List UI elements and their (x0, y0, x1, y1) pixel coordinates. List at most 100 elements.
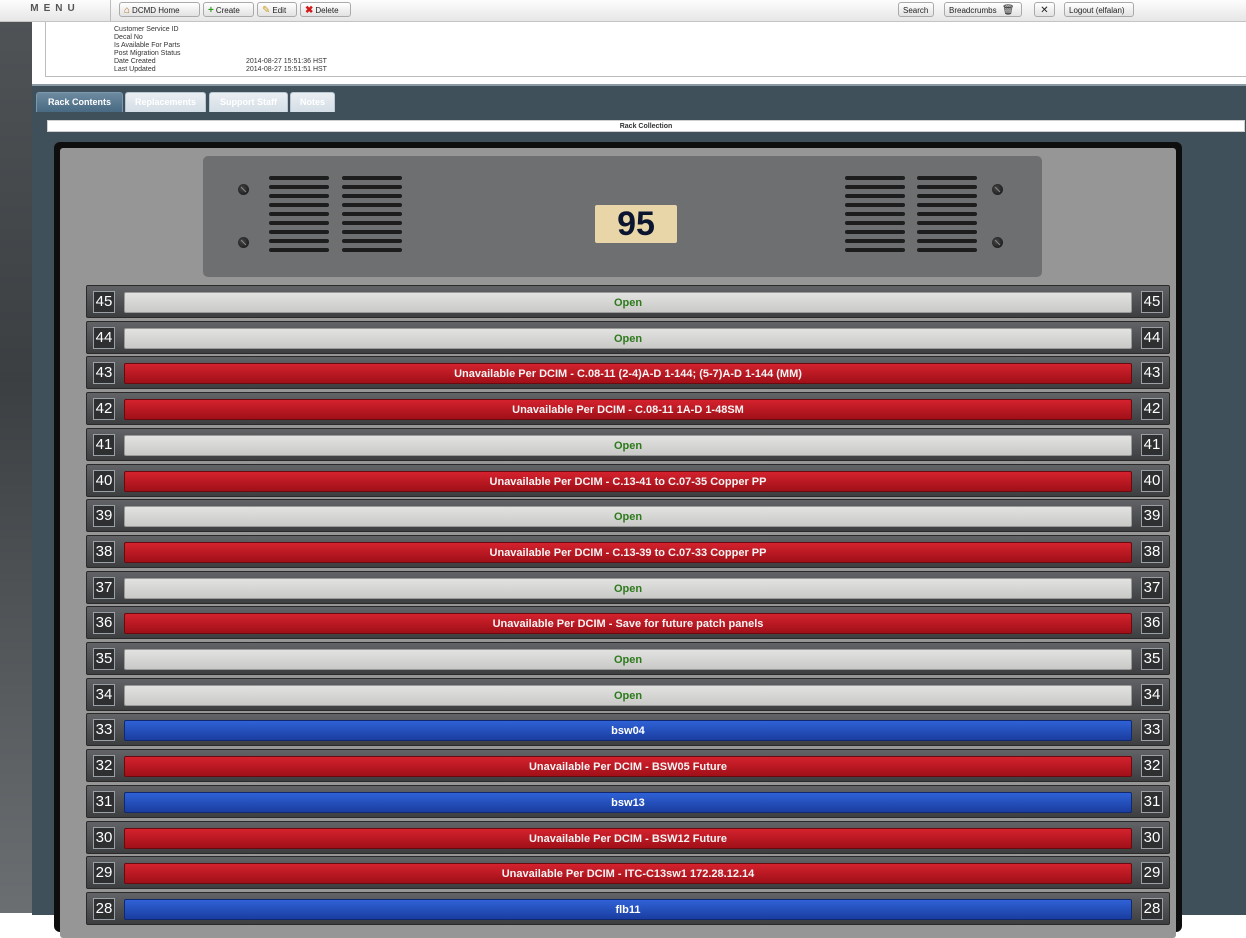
unit-number-left: 36 (93, 612, 115, 635)
rack-slot-bar[interactable]: Unavailable Per DCIM - Save for future p… (124, 613, 1132, 635)
rack-slot-bar[interactable]: flb11 (124, 898, 1132, 920)
search-label: Search (903, 6, 929, 15)
rack-slot-bar[interactable]: bsw04 (124, 720, 1132, 742)
rack-slot-bar[interactable]: Open (124, 506, 1132, 528)
rack-slot: 40 Unavailable Per DCIM - C.13-41 to C.07… (86, 463, 1170, 497)
unit-number-right: 30 (1141, 826, 1163, 849)
unit-number-right: 42 (1141, 398, 1163, 421)
dcmd-home-button[interactable]: ⌂ DCMD Home (119, 2, 200, 17)
logout-button[interactable]: Logout (elfalan) (1064, 2, 1134, 17)
home-icon: ⌂ (124, 4, 131, 16)
unit-number-right: 36 (1141, 612, 1163, 635)
left-background-strip (0, 22, 32, 913)
detail-row: Decal No (114, 34, 143, 42)
search-button[interactable]: Search (898, 2, 934, 17)
detail-label: Is Available For Parts (114, 42, 181, 49)
rack-slot-bar[interactable]: Open (124, 684, 1132, 706)
rack-slot-bar[interactable]: Unavailable Per DCIM - C.08-11 1A-D 1-48… (124, 399, 1132, 421)
trash-icon[interactable]: 🗑 (1002, 5, 1015, 16)
breadcrumbs-label: Breadcrumbs (949, 6, 997, 15)
menu-button[interactable]: MENU (0, 0, 111, 21)
rack-slot-bar[interactable]: Open (124, 292, 1132, 313)
unit-number-left: 44 (93, 326, 115, 349)
unit-number-right: 29 (1141, 862, 1163, 885)
unit-number-right: 33 (1141, 719, 1163, 742)
rack-slot-bar[interactable]: Unavailable Per DCIM - ITC-C13sw1 172.28… (124, 863, 1132, 885)
rack-slot: 43 Unavailable Per DCIM - C.08-11 (2-4)A-… (86, 356, 1170, 390)
rack-slot: 37 Open 37 (86, 570, 1170, 604)
unit-number-left: 30 (93, 826, 115, 849)
detail-label: Customer Service ID (114, 26, 179, 33)
unit-number-right: 44 (1141, 326, 1163, 349)
rack-collection-header: Rack Collection (47, 120, 1245, 132)
screw-icon (992, 237, 1003, 248)
unit-number-left: 31 (93, 790, 115, 813)
rack-slot: 38 Unavailable Per DCIM - C.13-39 to C.07… (86, 534, 1170, 568)
rack-slot: 32 Unavailable Per DCIM - BSW05 Future 32 (86, 749, 1170, 783)
unit-number-right: 31 (1141, 790, 1163, 813)
rack-slot-bar[interactable]: Unavailable Per DCIM - BSW12 Future (124, 827, 1132, 849)
screw-icon (992, 184, 1003, 195)
unit-number-left: 41 (93, 433, 115, 456)
unit-number-right: 40 (1141, 469, 1163, 492)
detail-row: Last Updated 2014-08-27 15:51:51 HST (114, 66, 327, 74)
tab-support-staff[interactable]: Support Staff (209, 92, 288, 112)
unit-number-right: 35 (1141, 648, 1163, 670)
tab-notes[interactable]: Notes (290, 92, 335, 112)
unit-number-right: 39 (1141, 505, 1163, 528)
vent-grille-icon (342, 176, 402, 257)
rack-slot: 29 Unavailable Per DCIM - ITC-C13sw1 172.… (86, 856, 1170, 890)
detail-label: Date Created (114, 58, 156, 65)
rack-slot: 36 Unavailable Per DCIM - Save for future… (86, 606, 1170, 640)
edit-label: Edit (272, 6, 287, 15)
red-x-icon: ✖ (305, 4, 314, 16)
create-button[interactable]: + Create (203, 2, 254, 17)
screw-icon (238, 237, 249, 248)
unit-number-right: 45 (1141, 291, 1163, 313)
rack-slot-bar[interactable]: Unavailable Per DCIM - C.08-11 (2-4)A-D … (124, 363, 1132, 385)
dcmd-home-label: DCMD Home (132, 6, 180, 15)
rack-slot-bar[interactable]: bsw13 (124, 791, 1132, 813)
rack-slot-bar[interactable]: Unavailable Per DCIM - C.13-39 to C.07-3… (124, 541, 1132, 563)
unit-number-left: 45 (93, 291, 115, 313)
rack-slot: 31 bsw13 31 (86, 784, 1170, 818)
unit-number-left: 28 (93, 897, 115, 920)
create-label: Create (215, 6, 240, 15)
rack-slot: 35 Open 35 (86, 642, 1170, 675)
vent-grille-icon (917, 176, 977, 257)
rack-slot-bar[interactable]: Unavailable Per DCIM - BSW05 Future (124, 756, 1132, 778)
breadcrumbs-button[interactable]: Breadcrumbs 🗑 (944, 2, 1022, 17)
tools-button[interactable]: ✕ (1034, 2, 1055, 17)
rack-slot-bar[interactable]: Unavailable Per DCIM - C.13-41 to C.07-3… (124, 470, 1132, 492)
plus-icon: + (208, 4, 214, 16)
rack-slot-bar[interactable]: Open (124, 649, 1132, 670)
unit-number-left: 37 (93, 576, 115, 599)
unit-number-left: 33 (93, 719, 115, 742)
edit-button[interactable]: ✎ Edit (257, 2, 297, 17)
tab-replacements[interactable]: Replacements (125, 92, 206, 112)
rack-slot: 39 Open 39 (86, 499, 1170, 533)
rack-frame: 95 45 Open 45 44 Open 44 43 Unavailable Per DCI… (54, 142, 1182, 938)
unit-number-right: 37 (1141, 576, 1163, 599)
detail-label: Decal No (114, 34, 143, 41)
delete-button[interactable]: ✖ Delete (300, 2, 351, 17)
detail-value: 2014-08-27 15:51:36 HST (246, 58, 327, 65)
rack-slot: 34 Open 34 (86, 677, 1170, 711)
rack-slot-bar[interactable]: Open (124, 577, 1132, 599)
rack-slot-bar[interactable]: Open (124, 327, 1132, 349)
unit-number-right: 28 (1141, 897, 1163, 920)
detail-row: Is Available For Parts (114, 42, 180, 50)
unit-number-left: 39 (93, 505, 115, 528)
unit-number-left: 35 (93, 648, 115, 670)
rack-slot: 45 Open 45 (86, 285, 1170, 318)
tab-rack-contents[interactable]: Rack Contents (36, 92, 123, 112)
screw-icon (238, 184, 249, 195)
unit-number-right: 38 (1141, 540, 1163, 563)
detail-label: Post Migration Status (114, 50, 181, 57)
delete-label: Delete (315, 6, 339, 15)
rack-top-panel: 95 (203, 156, 1042, 277)
rack-slot-bar[interactable]: Open (124, 434, 1132, 456)
unit-number-left: 38 (93, 540, 115, 563)
rack-slot: 41 Open 41 (86, 427, 1170, 461)
unit-number-right: 41 (1141, 433, 1163, 456)
